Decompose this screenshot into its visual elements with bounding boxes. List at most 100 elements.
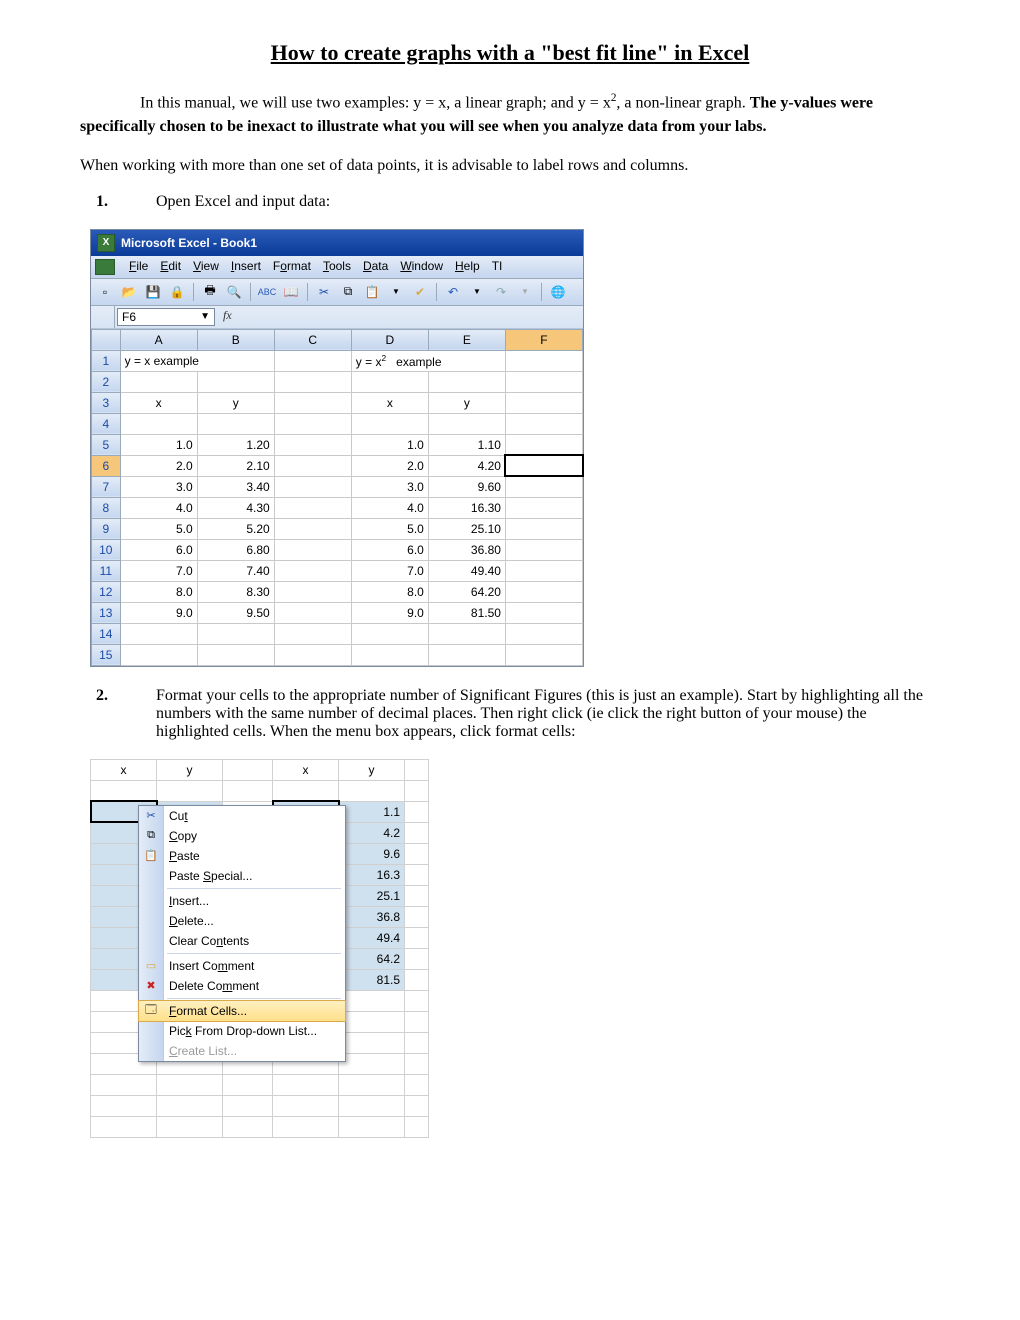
cell[interactable]: 2.0 [351,455,428,476]
preview-icon[interactable]: 🔍 [224,282,244,302]
copy-icon[interactable]: ⧉ [338,282,358,302]
cell[interactable]: 4.0 [120,497,197,518]
active-cell[interactable] [505,455,582,476]
fx-label[interactable]: fx [217,306,238,328]
cell[interactable]: 9.0 [120,602,197,623]
cell[interactable]: 4.30 [197,497,274,518]
col-header-c[interactable]: C [274,329,351,350]
cell[interactable]: 4.2 [339,822,405,843]
cell[interactable]: 7.0 [120,560,197,581]
redo-dropdown-icon[interactable]: ▼ [515,282,535,302]
cell[interactable]: 9.60 [428,476,505,497]
cell[interactable]: 2.10 [197,455,274,476]
menu-paste[interactable]: 📋 Paste [139,846,345,866]
cell[interactable]: 9.0 [351,602,428,623]
cell[interactable]: 9.6 [339,843,405,864]
new-icon[interactable]: ▫ [95,282,115,302]
cell[interactable]: 7.40 [197,560,274,581]
cell[interactable]: 36.80 [428,539,505,560]
cell[interactable] [505,350,582,371]
cell[interactable]: 2.0 [120,455,197,476]
select-all-corner[interactable] [92,329,121,350]
row-header[interactable]: 1 [92,350,121,371]
col-header-f[interactable]: F [505,329,582,350]
menu-format-cells[interactable]: 🗔 Format Cells... [138,1000,346,1022]
cell[interactable]: 4.0 [351,497,428,518]
format-painter-icon[interactable]: ✔ [410,282,430,302]
redo-icon[interactable]: ↷ [491,282,511,302]
menu-edit[interactable]: Edit [160,259,181,275]
paste-icon[interactable]: 📋 [362,282,382,302]
menu-format[interactable]: Format [273,259,311,275]
undo-icon[interactable]: ↶ [443,282,463,302]
cell[interactable]: 6.0 [120,539,197,560]
paste-dropdown-icon[interactable]: ▼ [386,282,406,302]
cell[interactable]: 25.10 [428,518,505,539]
undo-dropdown-icon[interactable]: ▼ [467,282,487,302]
cell[interactable]: 64.20 [428,581,505,602]
menu-window[interactable]: Window [400,259,443,275]
cell[interactable]: 3.0 [120,476,197,497]
save-icon[interactable]: 💾 [143,282,163,302]
namebox-dropdown-icon[interactable]: ▼ [200,311,210,322]
cell[interactable]: 81.5 [339,969,405,990]
col-header-b[interactable]: B [197,329,274,350]
menu-tools[interactable]: Tools [323,259,351,275]
cell[interactable]: 8.0 [120,581,197,602]
cell[interactable]: 3.40 [197,476,274,497]
menu-help[interactable]: Help [455,259,480,275]
row-header[interactable]: 14 [92,623,121,644]
cell[interactable]: 36.8 [339,906,405,927]
cell[interactable]: 1.0 [351,434,428,455]
permission-icon[interactable]: 🔒 [167,282,187,302]
cell[interactable]: 5.0 [351,518,428,539]
name-box[interactable]: F6 ▼ [117,308,215,326]
cell[interactable]: 81.50 [428,602,505,623]
cell[interactable]: x [351,392,428,413]
print-icon[interactable]: 🖶 [200,282,220,302]
open-icon[interactable]: 📂 [119,282,139,302]
cell[interactable]: 4.20 [428,455,505,476]
cell[interactable]: 8.0 [351,581,428,602]
cell[interactable]: 1.0 [120,434,197,455]
menu-pick-from-list[interactable]: Pick From Drop-down List... [139,1021,345,1041]
spelling-icon[interactable]: ABC [257,282,277,302]
cut-icon[interactable]: ✂ [314,282,334,302]
cell[interactable]: 7.0 [351,560,428,581]
research-icon[interactable]: 📖 [281,282,301,302]
menu-delete-comment[interactable]: ✖ Delete Comment [139,976,345,996]
menu-insert[interactable]: Insert... [139,891,345,911]
col-header-a[interactable]: A [120,329,197,350]
cell[interactable]: 1.20 [197,434,274,455]
cell[interactable]: 6.80 [197,539,274,560]
menu-insert-comment[interactable]: ▭ Insert Comment [139,956,345,976]
cell[interactable]: 5.20 [197,518,274,539]
row-header[interactable]: 3 [92,392,121,413]
cell[interactable]: 16.30 [428,497,505,518]
cell[interactable]: 49.4 [339,927,405,948]
menu-data[interactable]: Data [363,259,388,275]
cell[interactable]: y [197,392,274,413]
cell[interactable]: 5.0 [120,518,197,539]
cell[interactable]: 16.3 [339,864,405,885]
cell[interactable]: 25.1 [339,885,405,906]
hyperlink-icon[interactable]: 🌐 [548,282,568,302]
menu-cut[interactable]: ✂ Cut [139,806,345,826]
cell[interactable]: 9.50 [197,602,274,623]
cell[interactable]: 6.0 [351,539,428,560]
menu-copy[interactable]: ⧉ Copy [139,826,345,846]
row-header[interactable]: 4 [92,413,121,434]
cell[interactable]: 8.30 [197,581,274,602]
row-header[interactable]: 15 [92,644,121,665]
col-header-d[interactable]: D [351,329,428,350]
menu-file[interactable]: File [129,259,148,275]
cell[interactable]: 64.2 [339,948,405,969]
spreadsheet-grid[interactable]: A B C D E F 1 y = x example y = x2 examp… [91,329,583,666]
menu-insert[interactable]: Insert [231,259,261,275]
cell[interactable]: y = x example [120,350,274,371]
col-header-e[interactable]: E [428,329,505,350]
cell[interactable]: y = x2 example [351,350,505,371]
cell[interactable]: 1.10 [428,434,505,455]
cell[interactable] [274,350,351,371]
menu-clear-contents[interactable]: Clear Contents [139,931,345,951]
